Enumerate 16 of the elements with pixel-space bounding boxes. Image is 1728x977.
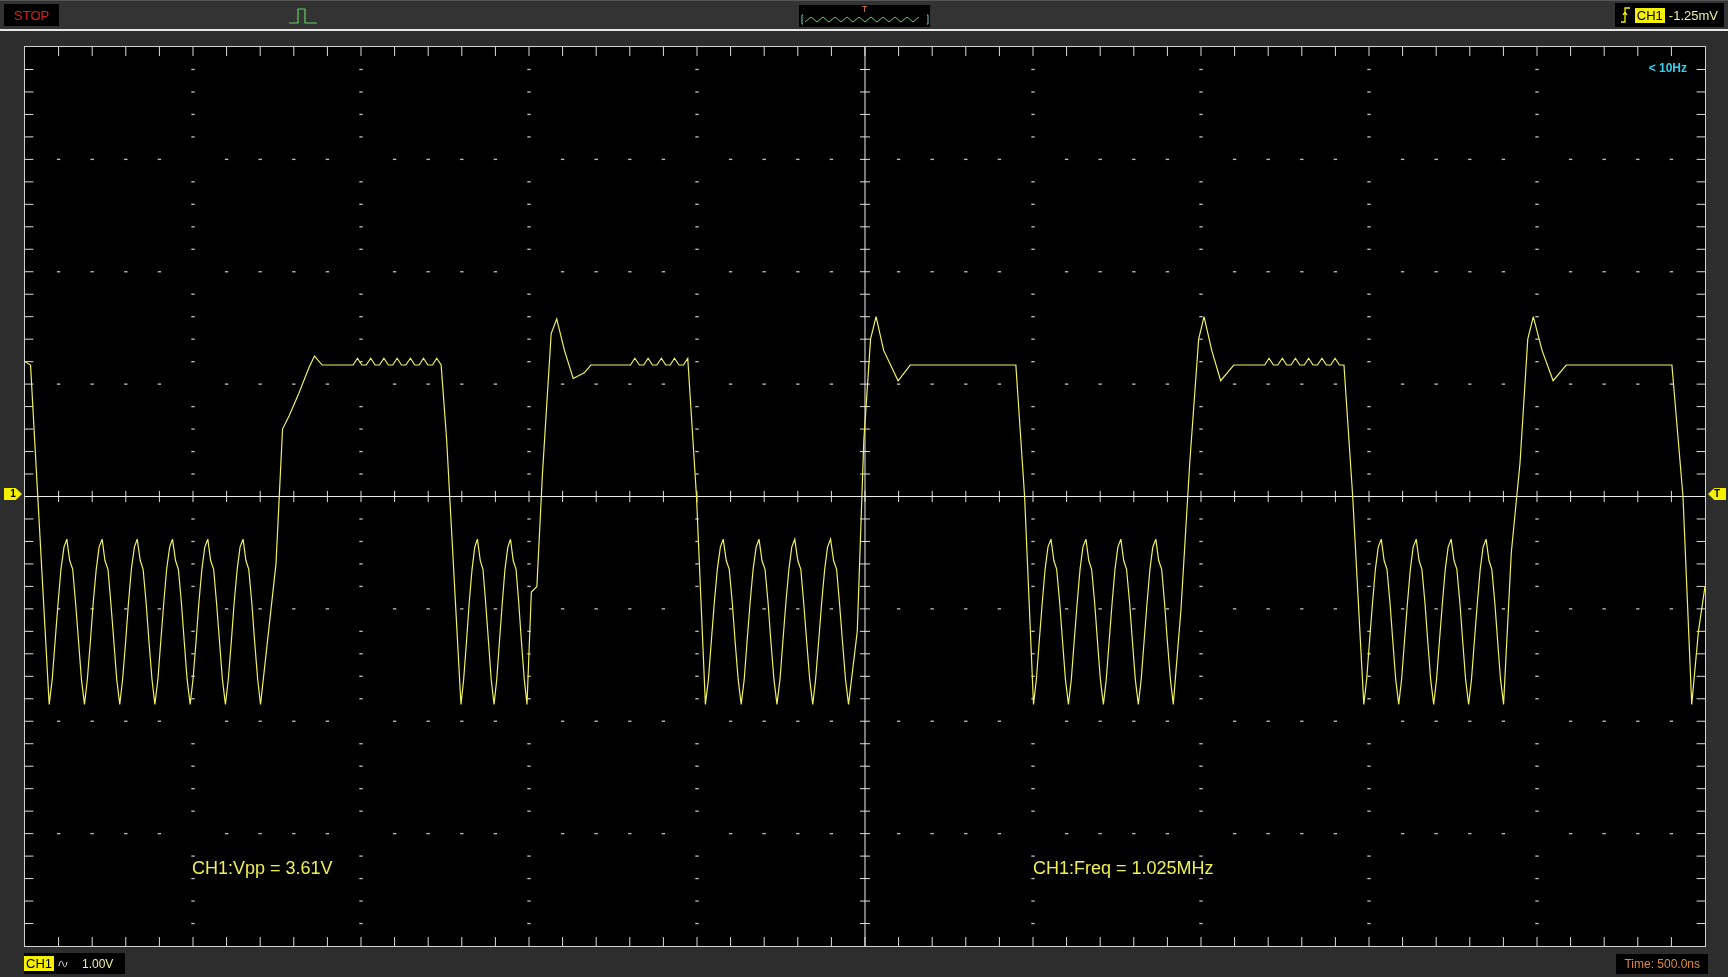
measurement: CH1:Freq = 1.025MHz [1033,858,1214,879]
frequency-indicator: < 10Hz [1648,61,1687,75]
volts-per-division: 1.00V [82,956,114,971]
trigger-channel: CH1 [1634,7,1665,23]
timebase: Time: 500.0ns [1616,953,1708,974]
pulse-icon [288,7,318,25]
trigger-level: -1.25mV [1668,7,1718,23]
trigger-marker[interactable]: T [1708,488,1726,500]
trigger-position-label: T [861,5,868,14]
rising-edge-icon [1620,7,1631,23]
channel-marker[interactable]: 1 [4,488,22,500]
channel-label: CH1 [24,956,54,971]
ac-coupling-icon [58,959,68,968]
run-status[interactable]: STOP [4,4,60,26]
buffer-wave-icon [800,14,929,25]
measurement: CH1:Vpp = 3.61V [192,858,333,879]
